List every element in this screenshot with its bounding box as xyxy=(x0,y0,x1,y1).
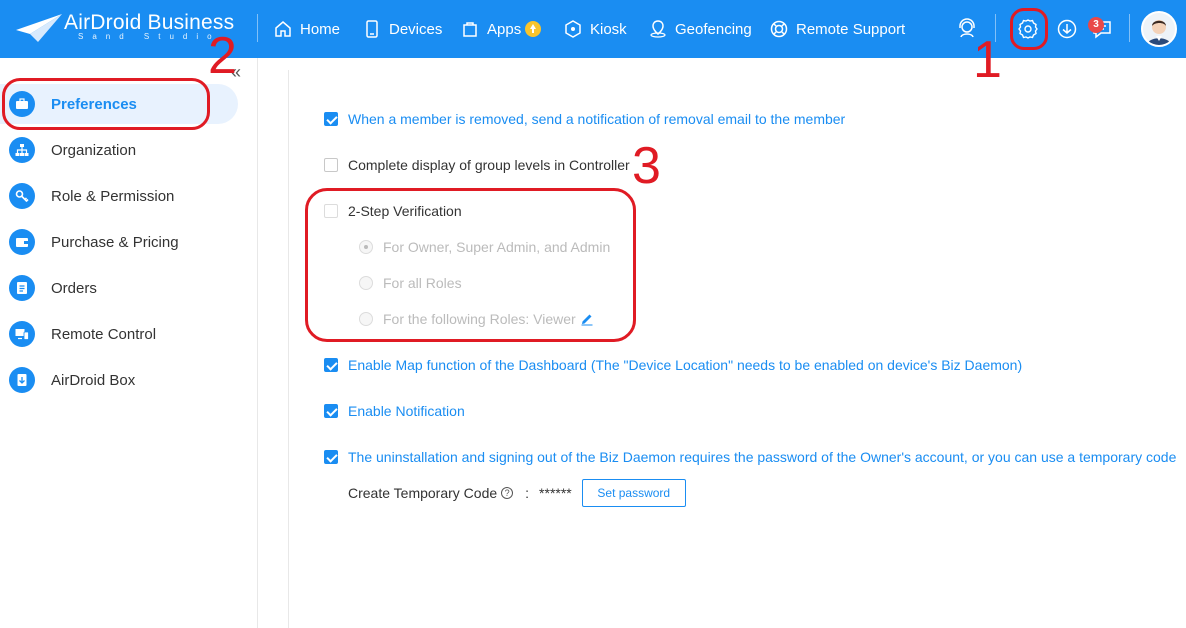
nav-remote-support-label: Remote Support xyxy=(796,20,906,38)
annotation-highlight-settings xyxy=(1010,8,1048,50)
sidebar-item-label: Role & Permission xyxy=(51,187,175,205)
nav-geofencing-label: Geofencing xyxy=(675,20,752,38)
notification-label: Enable Notification xyxy=(348,403,465,419)
apps-icon xyxy=(463,22,477,37)
group-levels-setting[interactable]: Complete display of group levels in Cont… xyxy=(324,157,630,173)
annotation-number-one: 1 xyxy=(973,31,1002,89)
settings-sidebar: « Preferences Organization Role & Permis… xyxy=(0,58,258,628)
sidebar-item-label: Purchase & Pricing xyxy=(51,233,179,251)
message-count-badge: 3 xyxy=(1088,17,1104,33)
geofence-icon xyxy=(650,20,666,38)
orders-icon xyxy=(9,275,35,301)
key-icon xyxy=(9,183,35,209)
nav-apps-label: Apps xyxy=(487,20,522,38)
set-password-button[interactable]: Set password xyxy=(581,479,686,507)
map-function-setting[interactable]: Enable Map function of the Dashboard (Th… xyxy=(324,357,1022,373)
nav-apps[interactable]: Apps xyxy=(460,0,542,58)
sidebar-item-airdroid-box[interactable]: AirDroid Box xyxy=(0,360,238,400)
annotation-number-three: 3 xyxy=(632,137,661,195)
wallet-icon xyxy=(9,229,35,255)
removal-email-checkbox[interactable] xyxy=(324,112,338,126)
annotation-number-two: 2 xyxy=(208,27,237,85)
group-levels-checkbox[interactable] xyxy=(324,158,338,172)
sidebar-item-label: AirDroid Box xyxy=(51,371,136,389)
download-icon xyxy=(1057,19,1077,39)
uninstall-password-setting[interactable]: The uninstallation and signing out of th… xyxy=(324,449,1176,465)
remote-support-icon xyxy=(770,20,788,38)
removal-email-setting[interactable]: When a member is removed, send a notific… xyxy=(324,111,845,127)
kiosk-icon xyxy=(565,20,581,38)
sidebar-item-label: Organization xyxy=(51,141,137,159)
map-function-checkbox[interactable] xyxy=(324,358,338,372)
sidebar-item-orders[interactable]: Orders xyxy=(0,268,238,308)
remote-control-icon xyxy=(9,321,35,347)
divider xyxy=(1129,14,1130,42)
sidebar-item-label: Orders xyxy=(51,279,97,297)
org-chart-icon xyxy=(9,137,35,163)
annotation-highlight-two-step xyxy=(305,188,636,342)
group-levels-label: Complete display of group levels in Cont… xyxy=(348,157,630,173)
divider xyxy=(257,14,258,42)
temporary-code-label: Create Temporary Code xyxy=(348,485,498,501)
nav-kiosk[interactable]: Kiosk xyxy=(563,0,627,58)
user-avatar[interactable] xyxy=(1141,11,1177,47)
preferences-panel xyxy=(288,70,1186,628)
temporary-code-value: ****** xyxy=(539,485,572,501)
sidebar-item-purchase-pricing[interactable]: Purchase & Pricing xyxy=(0,222,238,262)
uninstall-password-checkbox[interactable] xyxy=(324,450,338,464)
device-icon xyxy=(366,20,378,38)
download-button[interactable] xyxy=(1055,17,1079,41)
map-function-label: Enable Map function of the Dashboard (Th… xyxy=(348,357,1023,373)
sidebar-item-role-permission[interactable]: Role & Permission xyxy=(0,176,238,216)
sidebar-item-remote-control[interactable]: Remote Control xyxy=(0,314,238,354)
update-arrow-icon xyxy=(525,21,542,37)
nav-home-label: Home xyxy=(300,20,341,38)
notification-checkbox[interactable] xyxy=(324,404,338,418)
uninstall-password-label: The uninstallation and signing out of th… xyxy=(348,449,1177,465)
temporary-code-colon: : xyxy=(525,485,530,501)
logo-subtitle: Sand Studio xyxy=(78,32,221,41)
annotation-highlight-preferences xyxy=(2,78,210,130)
sidebar-item-organization[interactable]: Organization xyxy=(0,130,238,170)
removal-email-label: When a member is removed, send a notific… xyxy=(348,111,846,127)
nav-devices-label: Devices xyxy=(389,20,443,38)
paper-plane-icon xyxy=(16,14,62,42)
nav-devices[interactable]: Devices xyxy=(362,0,442,58)
nav-remote-support[interactable]: Remote Support xyxy=(769,0,905,58)
nav-geofencing[interactable]: Geofencing xyxy=(648,0,752,58)
box-icon xyxy=(9,367,35,393)
top-navigation-bar: AirDroid Business Sand Studio Home Devic… xyxy=(0,0,1186,58)
nav-home[interactable]: Home xyxy=(273,0,340,58)
temporary-code-row: Create Temporary Code ? : ****** Set pas… xyxy=(348,479,686,507)
sidebar-item-label: Remote Control xyxy=(51,325,157,343)
help-icon[interactable]: ? xyxy=(501,487,514,499)
notification-setting[interactable]: Enable Notification xyxy=(324,403,465,419)
home-icon xyxy=(275,21,291,37)
avatar-icon xyxy=(1143,13,1175,45)
nav-kiosk-label: Kiosk xyxy=(590,20,627,38)
